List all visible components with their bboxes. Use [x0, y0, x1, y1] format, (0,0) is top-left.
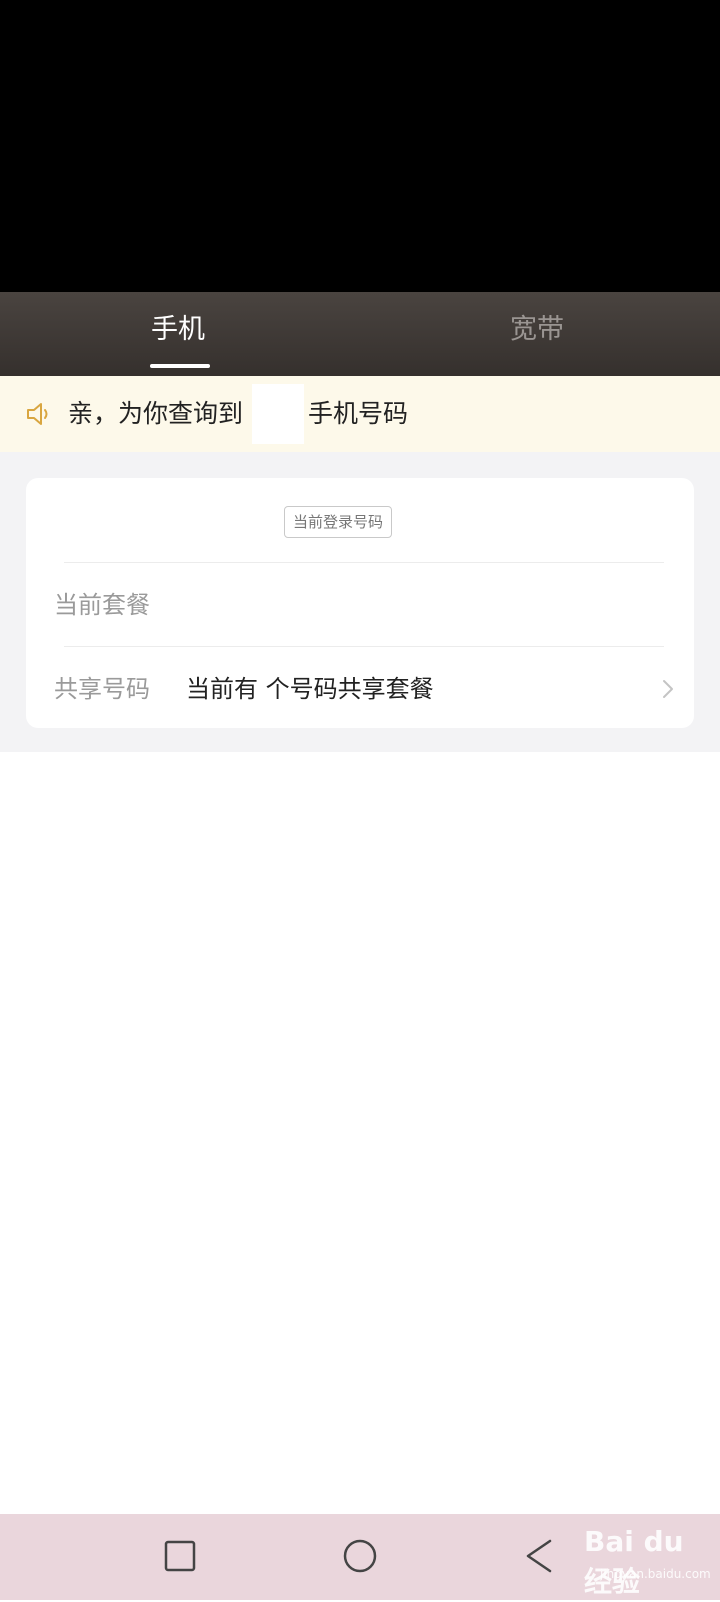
home-icon[interactable]	[336, 1532, 384, 1580]
baidu-jingyan-watermark: Bai du 经验 jingyan.baidu.com	[556, 1518, 716, 1598]
shared-numbers-value[interactable]: 当前有 个号码共享套餐	[186, 672, 434, 706]
divider	[64, 562, 664, 563]
shared-numbers-label: 共享号码	[54, 675, 150, 703]
current-plan-label: 当前套餐	[54, 591, 150, 619]
speaker-icon	[27, 403, 48, 425]
watermark-title: Bai du 经验	[584, 1525, 684, 1598]
divider	[64, 646, 664, 647]
tab-phone[interactable]: 手机	[151, 312, 205, 348]
number-info-card: 当前登录号码 当前套餐 共享号码 当前有 个号码共享套餐	[26, 478, 694, 728]
chevron-right-icon[interactable]	[654, 674, 682, 704]
tab-broadband[interactable]: 宽带	[510, 312, 564, 348]
active-tab-indicator	[150, 364, 210, 368]
watermark-url: jingyan.baidu.com	[600, 1567, 711, 1581]
recent-apps-icon[interactable]	[156, 1532, 204, 1580]
redacted-block	[252, 384, 304, 444]
tab-bar: 手机 宽带	[0, 292, 720, 376]
notice-banner: 亲，为你查询到 手机号码	[0, 376, 720, 452]
black-header-area	[0, 0, 720, 292]
notice-text-prefix: 亲，为你查询到	[68, 399, 244, 428]
notice-text-suffix: 手机号码	[308, 399, 409, 428]
login-number-badge: 当前登录号码	[284, 506, 393, 538]
